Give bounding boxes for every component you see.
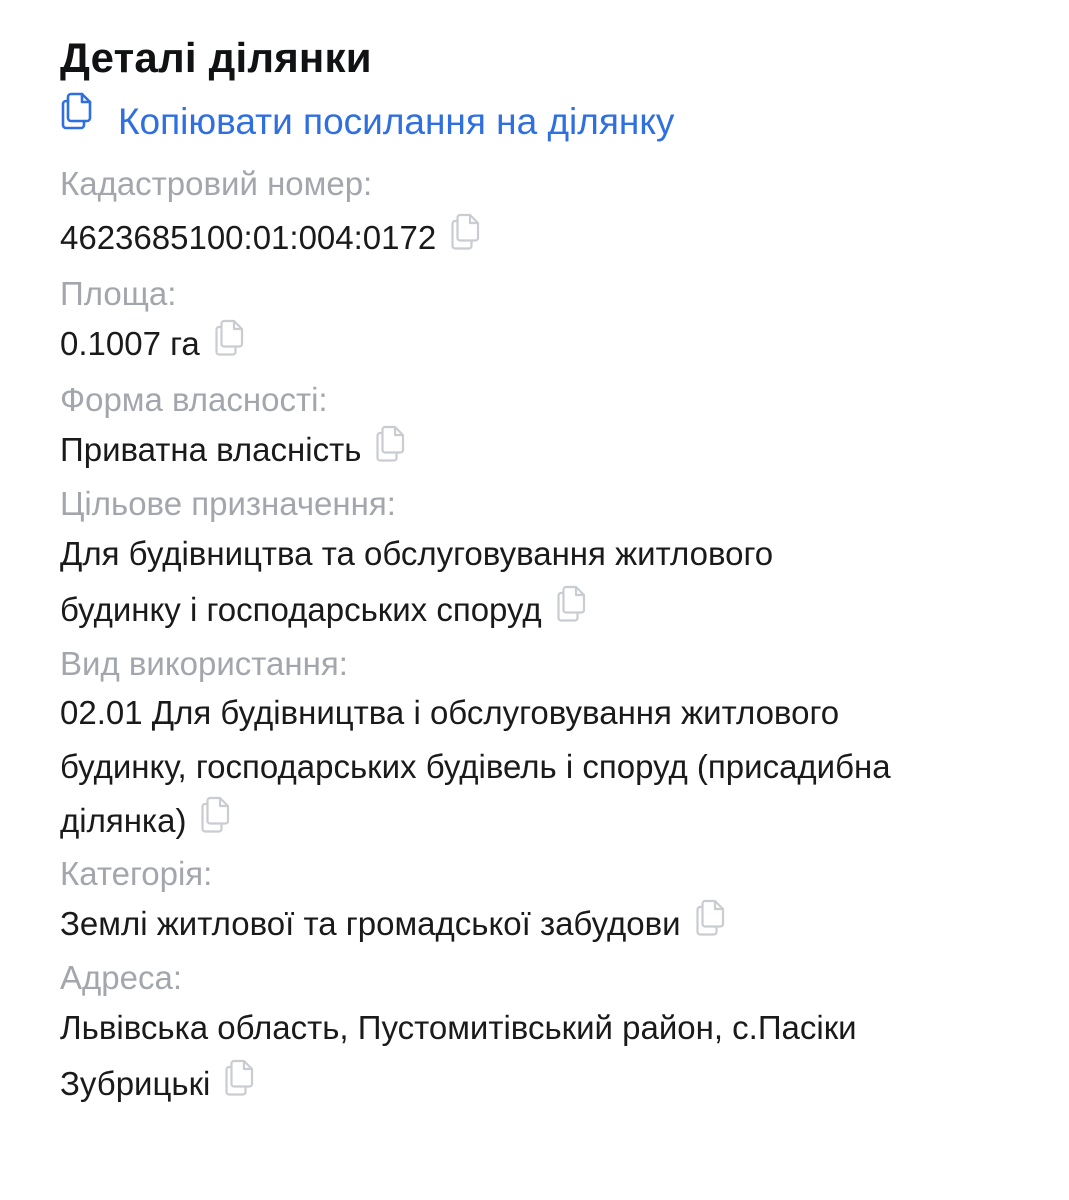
ownership-label: Форма власності:	[60, 381, 328, 418]
copy-icon[interactable]	[224, 1059, 256, 1097]
usage-type-value-line-3: ділянка)	[60, 802, 187, 839]
purpose-label: Цільове призначення:	[60, 485, 396, 522]
copy-plot-link-button[interactable]: Копіювати посилання на ділянку	[60, 90, 1020, 154]
usage-type-value-row: ділянка)	[60, 794, 1020, 848]
area-label: Площа:	[60, 275, 177, 312]
field-category: Категорія: Землі житлової та громадської…	[60, 852, 1020, 952]
copy-icon[interactable]	[375, 425, 407, 463]
purpose-value-row: будинку і господарських споруд	[60, 582, 1020, 638]
field-cadastral-number: Кадастровий номер: 4623685100:01:004:017…	[60, 162, 1020, 266]
cadastral-number-label: Кадастровий номер:	[60, 165, 373, 202]
copy-icon[interactable]	[695, 899, 727, 937]
copy-icon[interactable]	[200, 796, 232, 834]
address-value-row: Зубрицькі	[60, 1056, 1020, 1112]
address-value-line-1: Львівська область, Пустомитівський район…	[60, 1009, 857, 1046]
cadastral-number-value: 4623685100:01:004:0172	[60, 219, 437, 256]
purpose-value-line-2: будинку і господарських споруд	[60, 591, 542, 628]
category-value-row: Землі житлової та громадської забудови	[60, 896, 1020, 952]
cadastral-number-value-row: 4623685100:01:004:0172	[60, 210, 1020, 266]
panel-title: Деталі ділянки	[60, 34, 372, 81]
area-value-row: 0.1007 га	[60, 316, 1020, 372]
field-purpose: Цільове призначення: Для будівництва та …	[60, 482, 1020, 638]
copy-link-label: Копіювати посилання на ділянку	[118, 101, 675, 142]
address-value-line-2: Зубрицькі	[60, 1065, 211, 1102]
field-ownership: Форма власності: Приватна власність	[60, 378, 1020, 478]
area-value: 0.1007 га	[60, 325, 200, 362]
field-usage-type: Вид використання: 02.01 Для будівництва …	[60, 642, 1020, 848]
purpose-value-line-1: Для будівництва та обслуговування житлов…	[60, 535, 774, 572]
field-address: Адреса: Львівська область, Пустомитівськ…	[60, 956, 1020, 1112]
usage-type-label: Вид використання:	[60, 645, 348, 682]
ownership-value-row: Приватна власність	[60, 422, 1020, 478]
copy-icon[interactable]	[556, 585, 588, 623]
category-label: Категорія:	[60, 855, 213, 892]
address-label: Адреса:	[60, 959, 182, 996]
category-value: Землі житлової та громадської забудови	[60, 905, 681, 942]
usage-type-value-line-1: 02.01 Для будівництва і обслуговування ж…	[60, 694, 840, 731]
usage-type-value-line-2: будинку, господарських будівель і споруд…	[60, 748, 891, 785]
copy-icon[interactable]	[214, 319, 246, 357]
copy-icon[interactable]	[450, 213, 482, 251]
copy-link-icon	[60, 91, 94, 131]
ownership-value: Приватна власність	[60, 431, 362, 468]
field-area: Площа: 0.1007 га	[60, 272, 1020, 372]
plot-details-panel: Деталі ділянки Копіювати посилання на ді…	[0, 0, 1020, 1112]
